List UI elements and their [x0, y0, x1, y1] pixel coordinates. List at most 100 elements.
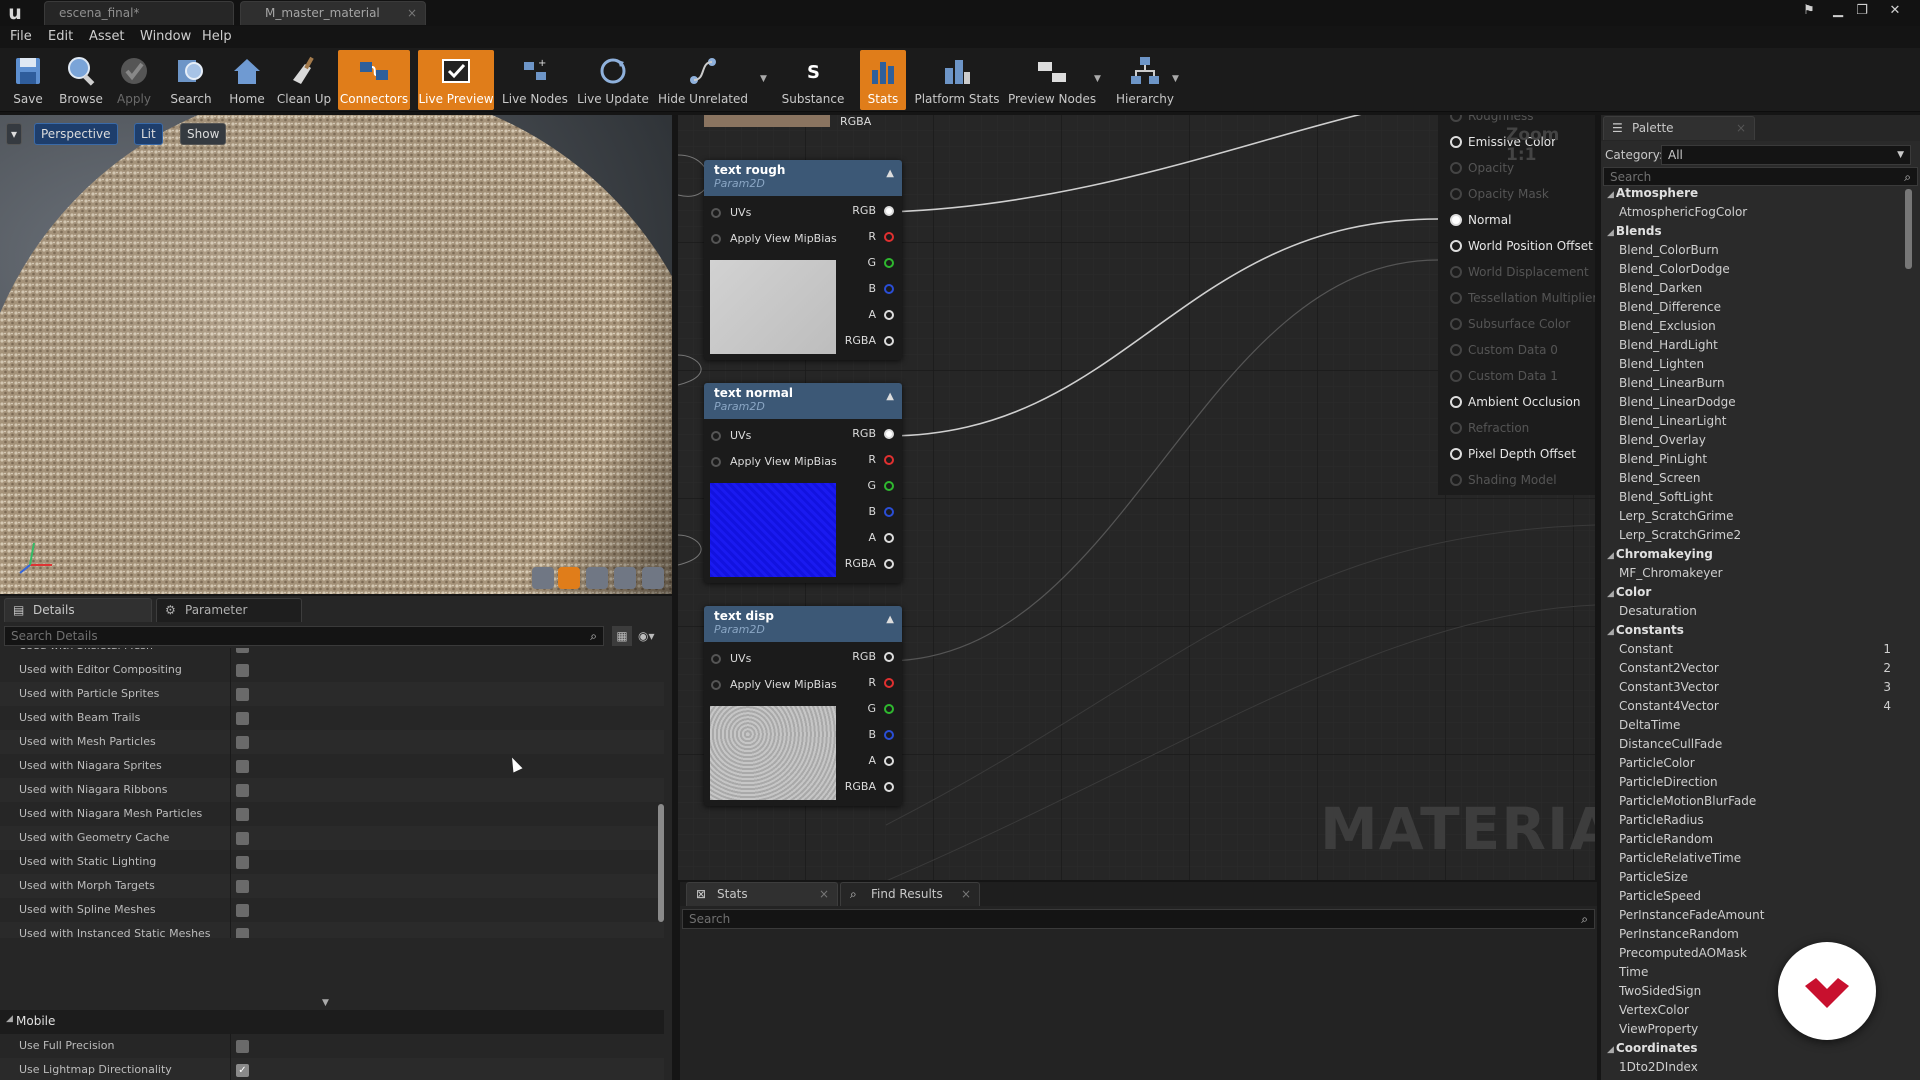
palette-category[interactable]: ◢ Atmosphere	[1607, 184, 1698, 203]
mobile-section-header[interactable]: ◢ Mobile	[0, 1010, 664, 1034]
checkbox[interactable]	[236, 664, 249, 677]
input-pin-icon[interactable]	[711, 680, 721, 690]
palette-item[interactable]: AtmosphericFogColor	[1619, 203, 1901, 222]
preview-sphere-icon[interactable]	[558, 567, 580, 589]
palette-item[interactable]: Blend_LinearBurn	[1619, 374, 1901, 393]
output-pin-icon[interactable]	[884, 310, 894, 320]
palette-item[interactable]: Constant4Vector 4	[1619, 697, 1901, 716]
view-options-icon[interactable]: ▦	[612, 626, 632, 646]
clean-up-button[interactable]: Clean Up	[276, 50, 332, 110]
preview-nodes-button[interactable]: Preview Nodes	[1008, 50, 1096, 110]
palette-item[interactable]: ParticleRelativeTime	[1619, 849, 1901, 868]
output-pin-icon[interactable]	[884, 336, 894, 346]
output-pin-icon[interactable]	[884, 652, 894, 662]
checkbox[interactable]	[236, 648, 249, 653]
search-button[interactable]: Search	[168, 50, 214, 110]
preview-cylinder-icon[interactable]	[532, 567, 554, 589]
material-input-pin[interactable]: Subsurface Color	[1450, 317, 1570, 331]
live-preview-button[interactable]: Live Preview	[418, 50, 494, 110]
output-pin-icon[interactable]	[884, 206, 894, 216]
node-header[interactable]: text normal Param2D ▲	[704, 383, 902, 419]
tab-escena-final[interactable]: escena_final*	[44, 1, 234, 25]
material-input-pin[interactable]: Opacity Mask	[1450, 187, 1549, 201]
material-input-pin[interactable]: World Position Offset	[1450, 239, 1593, 253]
details-scrollbar[interactable]	[658, 804, 664, 922]
output-pin-icon[interactable]	[884, 455, 894, 465]
palette-item[interactable]: Blend_Darken	[1619, 279, 1901, 298]
palette-item[interactable]: Blend_LinearDodge	[1619, 393, 1901, 412]
output-pin-icon[interactable]	[884, 258, 894, 268]
checkbox[interactable]	[236, 808, 249, 821]
tab-palette[interactable]: ☰ Palette ×	[1603, 116, 1755, 140]
node-header[interactable]: text disp Param2D ▲	[704, 606, 902, 642]
preview-mesh-icon[interactable]	[642, 567, 664, 589]
palette-item[interactable]: DistanceCullFade	[1619, 735, 1901, 754]
palette-item[interactable]: ParticleSize	[1619, 868, 1901, 887]
palette-item[interactable]: MF_Chromakeyer	[1619, 564, 1901, 583]
close-window-button[interactable]: ✕	[1885, 2, 1905, 20]
material-input-pin[interactable]: Normal	[1450, 213, 1511, 227]
checkbox[interactable]	[236, 832, 249, 845]
viewport-options-icon[interactable]: ▾	[6, 123, 23, 145]
palette-item[interactable]: Constant 1	[1619, 640, 1901, 659]
output-pin-icon[interactable]	[884, 756, 894, 766]
material-input-pin[interactable]: Pixel Depth Offset	[1450, 447, 1576, 461]
connectors-button[interactable]: Connectors	[338, 50, 410, 110]
details-search-input[interactable]: Search Details ⌕	[4, 626, 604, 646]
notification-icon[interactable]: ⚑	[1799, 2, 1819, 20]
material-input-pin[interactable]: Refraction	[1450, 421, 1529, 435]
checkbox[interactable]	[236, 1040, 249, 1053]
output-pin-icon[interactable]	[884, 730, 894, 740]
expand-advanced-icon[interactable]: ▼	[322, 998, 329, 1008]
collapse-node-icon[interactable]: ▲	[886, 168, 894, 179]
close-tab-icon[interactable]: ×	[961, 883, 971, 905]
palette-item[interactable]: Blend_Screen	[1619, 469, 1901, 488]
live-update-button[interactable]: Live Update	[576, 50, 650, 110]
output-pin-icon[interactable]	[884, 533, 894, 543]
palette-category[interactable]: ◢ Color	[1607, 583, 1651, 602]
palette-item[interactable]: Blend_SoftLight	[1619, 488, 1901, 507]
menu-window[interactable]: Window	[140, 26, 191, 48]
menu-asset[interactable]: Asset	[89, 26, 125, 48]
material-input-pin[interactable]: Ambient Occlusion	[1450, 395, 1580, 409]
collapse-node-icon[interactable]: ▲	[886, 391, 894, 402]
palette-item[interactable]: Blend_HardLight	[1619, 336, 1901, 355]
material-result-node[interactable]: Roughness Emissive Color Opacity Opacity Ma…	[1438, 115, 1595, 495]
palette-item[interactable]: Blend_Lighten	[1619, 355, 1901, 374]
palette-item[interactable]: Blend_Overlay	[1619, 431, 1901, 450]
input-pin-icon[interactable]	[711, 431, 721, 441]
tab-stats[interactable]: ⊠ Stats ×	[686, 882, 838, 906]
palette-item[interactable]: Blend_LinearLight	[1619, 412, 1901, 431]
output-pin-icon[interactable]	[884, 704, 894, 714]
checkbox[interactable]	[236, 904, 249, 917]
palette-item[interactable]: Constant3Vector 3	[1619, 678, 1901, 697]
hierarchy-dropdown-icon[interactable]: ▼	[1172, 74, 1182, 84]
palette-item[interactable]: Blend_PinLight	[1619, 450, 1901, 469]
lit-button[interactable]: Lit	[134, 123, 163, 145]
material-input-pin[interactable]: Tessellation Multiplier	[1450, 291, 1595, 305]
palette-item[interactable]: ParticleColor	[1619, 754, 1901, 773]
texture-param-node[interactable]: text rough Param2D ▲ UVs Apply View MipBias R…	[704, 160, 902, 360]
palette-item[interactable]: Blend_Exclusion	[1619, 317, 1901, 336]
tab-find-results[interactable]: ⌕ Find Results ×	[840, 882, 980, 906]
home-button[interactable]: Home	[226, 50, 268, 110]
stats-button[interactable]: Stats	[860, 50, 906, 110]
palette-item[interactable]: Blend_ColorDodge	[1619, 260, 1901, 279]
palette-item[interactable]: PerInstanceFadeAmount	[1619, 906, 1901, 925]
apply-button[interactable]: Apply	[114, 50, 154, 110]
output-pin-icon[interactable]	[884, 481, 894, 491]
output-pin-icon[interactable]	[884, 284, 894, 294]
close-tab-icon[interactable]: ×	[407, 2, 417, 24]
menu-help[interactable]: Help	[202, 26, 232, 48]
input-pin-icon[interactable]	[711, 654, 721, 664]
palette-item[interactable]: Constant2Vector 2	[1619, 659, 1901, 678]
save-button[interactable]: Save	[8, 50, 48, 110]
palette-category[interactable]: ◢ Blends	[1607, 222, 1662, 241]
palette-item[interactable]: ParticleDirection	[1619, 773, 1901, 792]
palette-item[interactable]: ParticleMotionBlurFade	[1619, 792, 1901, 811]
output-pin-icon[interactable]	[884, 232, 894, 242]
palette-item[interactable]: Blend_ColorBurn	[1619, 241, 1901, 260]
output-pin-icon[interactable]	[884, 429, 894, 439]
material-input-pin[interactable]: Roughness	[1450, 115, 1533, 123]
output-pin-icon[interactable]	[884, 678, 894, 688]
